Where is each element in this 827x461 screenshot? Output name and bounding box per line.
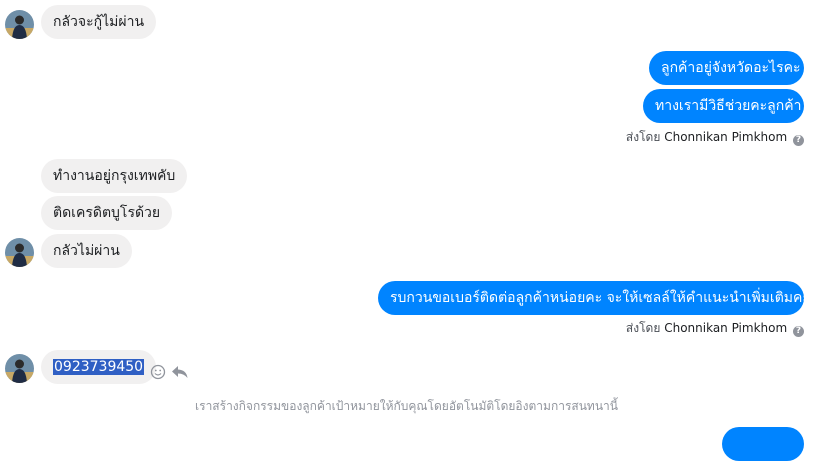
sent-by-label: ส่งโดย Chonnikan Pimkhom ? bbox=[625, 129, 804, 146]
message-bubble-incoming[interactable]: ทำงานอยู่กรุงเทพคับ bbox=[41, 159, 188, 193]
avatar-image bbox=[5, 238, 34, 267]
message-bubble-outgoing[interactable]: รบกวนขอเบอร์ติดต่อลูกค้าหน่อยคะ จะให้เซล… bbox=[378, 281, 810, 315]
message-bubble-outgoing[interactable]: ทางเรามีวิธีช่วยคะลูกค้า bbox=[643, 89, 804, 123]
message-bubble-incoming[interactable]: กลัวจะกู้ไม่ผ่าน bbox=[41, 5, 157, 39]
message-bubble-outgoing[interactable]: ลูกค้าอยู่จังหวัดอะไรคะ bbox=[649, 51, 804, 85]
sender-name[interactable]: Chonnikan Pimkhom bbox=[664, 130, 787, 144]
message-text: กลัวไม่ผ่าน bbox=[53, 243, 120, 259]
message-bubble-incoming[interactable]: กลัวไม่ผ่าน bbox=[41, 234, 132, 268]
message-text: ทำงานอยู่กรุงเทพคับ bbox=[53, 168, 176, 184]
contact-avatar[interactable] bbox=[5, 10, 34, 39]
question-circle-icon[interactable]: ? bbox=[793, 326, 804, 337]
sent-by-prefix: ส่งโดย bbox=[625, 321, 661, 335]
selected-message-text[interactable]: 0923739450 bbox=[53, 359, 145, 375]
message-text: รบกวนขอเบอร์ติดต่อลูกค้าหน่อยคะ จะให้เซล… bbox=[390, 290, 810, 306]
message-bubble-outgoing-partial[interactable] bbox=[722, 427, 804, 461]
sender-name[interactable]: Chonnikan Pimkhom bbox=[664, 321, 787, 335]
sent-by-label: ส่งโดย Chonnikan Pimkhom ? bbox=[625, 320, 804, 337]
message-text: ลูกค้าอยู่จังหวัดอะไรคะ bbox=[661, 60, 801, 76]
lead-activity-notice: เราสร้างกิจกรรมของลูกค้าเป้าหมายให้กับคุ… bbox=[195, 399, 618, 413]
smiley-icon[interactable] bbox=[150, 364, 166, 380]
message-text: ติดเครดิตบูโรด้วย bbox=[53, 205, 161, 221]
message-text: กลัวจะกู้ไม่ผ่าน bbox=[53, 14, 145, 30]
message-text: ทางเรามีวิธีช่วยคะลูกค้า bbox=[655, 98, 802, 114]
contact-avatar[interactable] bbox=[5, 354, 34, 383]
question-circle-icon[interactable]: ? bbox=[793, 135, 804, 146]
avatar-image bbox=[5, 10, 34, 39]
sent-by-prefix: ส่งโดย bbox=[625, 130, 661, 144]
contact-avatar[interactable] bbox=[5, 238, 34, 267]
message-bubble-incoming[interactable]: ติดเครดิตบูโรด้วย bbox=[41, 196, 173, 230]
message-bubble-incoming[interactable]: 0923739450 bbox=[41, 350, 157, 384]
reply-icon[interactable] bbox=[171, 364, 189, 380]
avatar-image bbox=[5, 354, 34, 383]
